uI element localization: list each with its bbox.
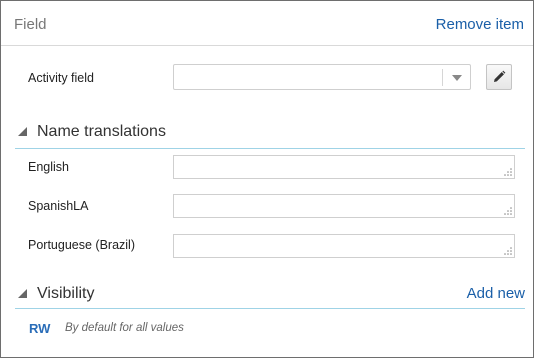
field-panel: Field Remove item Activity field Name tr… — [0, 0, 534, 358]
name-translations-header[interactable]: Name translations — [15, 119, 525, 147]
select-divider — [442, 69, 443, 86]
visibility-header[interactable]: Visibility Add new — [15, 281, 525, 309]
rw-badge[interactable]: RW — [29, 321, 50, 336]
panel-title: Field — [14, 16, 47, 33]
activity-field-label: Activity field — [28, 71, 94, 85]
spanishla-input[interactable] — [173, 194, 515, 218]
activity-field-select[interactable] — [173, 64, 471, 90]
section-divider — [15, 308, 525, 309]
panel-header: Field Remove item — [1, 1, 533, 46]
add-new-link[interactable]: Add new — [467, 285, 525, 302]
portuguese-brazil-label: Portuguese (Brazil) — [28, 238, 135, 252]
rw-description: By default for all values — [65, 322, 184, 334]
edit-button[interactable] — [486, 64, 512, 90]
triangle-expanded-icon[interactable] — [18, 289, 27, 298]
name-translations-title: Name translations — [37, 123, 166, 140]
resize-grip-icon[interactable] — [503, 246, 512, 255]
portuguese-brazil-input[interactable] — [173, 234, 515, 258]
english-input[interactable] — [173, 155, 515, 179]
pencil-icon — [494, 70, 506, 82]
visibility-title: Visibility — [37, 285, 95, 302]
resize-grip-icon[interactable] — [503, 206, 512, 215]
spanishla-label: SpanishLA — [28, 199, 89, 213]
section-divider — [15, 148, 525, 149]
english-label: English — [28, 160, 69, 174]
triangle-expanded-icon[interactable] — [18, 127, 27, 136]
remove-item-link[interactable]: Remove item — [436, 16, 524, 33]
resize-grip-icon[interactable] — [503, 167, 512, 176]
chevron-down-icon[interactable] — [452, 75, 462, 81]
